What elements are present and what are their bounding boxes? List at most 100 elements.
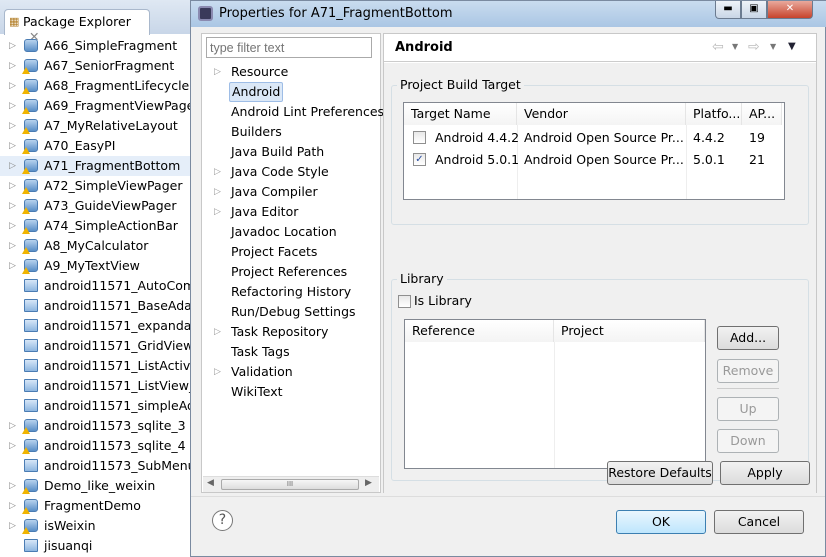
expand-arrow-icon[interactable]: ▷ xyxy=(9,136,16,156)
help-icon[interactable]: ? xyxy=(212,510,233,531)
target-checkbox[interactable]: ✓ xyxy=(413,153,426,166)
expand-arrow-icon[interactable]: ▷ xyxy=(9,76,16,96)
cancel-button[interactable]: Cancel xyxy=(714,510,804,534)
expand-arrow-icon[interactable]: ▷ xyxy=(9,116,16,136)
project-item[interactable]: ▷ android11573_sqlite_3 xyxy=(0,416,192,436)
project-item[interactable]: ▷ A69_FragmentViewPagerl xyxy=(0,96,192,116)
project-item[interactable]: android11571_ListView_a xyxy=(0,376,192,396)
add-button[interactable]: Add... xyxy=(717,326,779,350)
horizontal-scrollbar[interactable]: ◀ III ▶ xyxy=(203,476,379,492)
is-library-checkbox[interactable] xyxy=(398,295,411,308)
tree-item-label: Javadoc Location xyxy=(231,224,337,239)
target-row[interactable]: ✓ Android 5.0.1 Android Open Source Pr..… xyxy=(404,149,784,171)
expand-arrow-icon[interactable]: ▷ xyxy=(9,196,16,216)
col-platform[interactable]: Platfo... xyxy=(686,103,742,125)
project-item[interactable]: ▷ A73_GuideViewPager xyxy=(0,196,192,216)
project-label: android11571_BaseAdap xyxy=(44,298,192,313)
expand-arrow-icon[interactable]: ▷ xyxy=(214,322,221,342)
project-item[interactable]: ▷ A8_MyCalculator xyxy=(0,236,192,256)
project-item[interactable]: ▷ FragmentDemo xyxy=(0,496,192,516)
project-item[interactable]: ▷ A7_MyRelativeLayout xyxy=(0,116,192,136)
project-item[interactable]: jisuanqi xyxy=(0,536,192,556)
target-vendor: Android Open Source Pr... xyxy=(524,152,684,167)
expand-arrow-icon[interactable]: ▷ xyxy=(9,476,16,496)
project-item[interactable]: android11571_AutoComp xyxy=(0,276,192,296)
forward-dropdown-icon[interactable]: ▼ xyxy=(770,42,776,51)
project-label: android11571_AutoComp xyxy=(44,278,192,293)
project-item[interactable]: ▷ A71_FragmentBottom xyxy=(0,156,192,176)
tree-item-label: Refactoring History xyxy=(231,284,352,299)
expand-arrow-icon[interactable]: ▷ xyxy=(214,362,221,382)
eclipse-icon xyxy=(198,6,213,21)
warning-icon xyxy=(22,527,30,534)
property-page: Android ⇦ ▼ ⇨ ▼ ▼ Project Build Target T… xyxy=(383,33,817,493)
apply-button[interactable]: Apply xyxy=(720,461,810,485)
expand-arrow-icon[interactable]: ▷ xyxy=(9,516,16,536)
project-item[interactable]: ▷ A68_FragmentLifecycle xyxy=(0,76,192,96)
project-label: A71_FragmentBottom xyxy=(44,158,181,173)
project-item[interactable]: ▷ Demo_like_weixin xyxy=(0,476,192,496)
project-item[interactable]: ▷ A67_SeniorFragment xyxy=(0,56,192,76)
down-button[interactable]: Down xyxy=(717,429,779,453)
project-item[interactable]: ▷ A72_SimpleViewPager xyxy=(0,176,192,196)
warning-icon xyxy=(22,167,30,174)
back-dropdown-icon[interactable]: ▼ xyxy=(732,42,738,51)
back-arrow-icon[interactable]: ⇦ xyxy=(712,39,724,55)
project-icon xyxy=(24,39,38,52)
warning-icon xyxy=(22,227,30,234)
scroll-left-icon[interactable]: ◀ xyxy=(207,478,214,488)
close-button[interactable]: ✕ xyxy=(767,1,813,19)
target-name: Android 5.0.1 xyxy=(435,152,520,167)
target-checkbox[interactable] xyxy=(413,131,426,144)
expand-arrow-icon[interactable]: ▷ xyxy=(9,216,16,236)
target-row[interactable]: Android 4.4.2 Android Open Source Pr... … xyxy=(404,127,784,149)
folder-icon xyxy=(24,279,38,292)
project-label: A73_GuideViewPager xyxy=(44,198,177,213)
expand-arrow-icon[interactable]: ▷ xyxy=(9,176,16,196)
view-menu-icon[interactable]: ▼ xyxy=(788,41,796,52)
project-item[interactable]: android11573_SubMenu_ xyxy=(0,456,192,476)
filter-input[interactable] xyxy=(206,37,372,58)
ok-button[interactable]: OK xyxy=(616,510,706,534)
minimize-button[interactable]: ▬ xyxy=(715,1,741,19)
expand-arrow-icon[interactable]: ▷ xyxy=(214,62,221,82)
project-item[interactable]: android11571_ListActivity xyxy=(0,356,192,376)
project-item[interactable]: ▷ isWeixin xyxy=(0,516,192,536)
project-item[interactable]: ▷ A70_EasyPI xyxy=(0,136,192,156)
restore-defaults-button[interactable]: Restore Defaults xyxy=(607,461,713,485)
scroll-right-icon[interactable]: ▶ xyxy=(365,478,372,488)
expand-arrow-icon[interactable]: ▷ xyxy=(9,256,16,276)
expand-arrow-icon[interactable]: ▷ xyxy=(9,236,16,256)
expand-arrow-icon[interactable]: ▷ xyxy=(9,496,16,516)
expand-arrow-icon[interactable]: ▷ xyxy=(9,436,16,456)
scroll-thumb[interactable]: III xyxy=(221,479,359,490)
expand-arrow-icon[interactable]: ▷ xyxy=(9,96,16,116)
expand-arrow-icon[interactable]: ▷ xyxy=(9,156,16,176)
project-item[interactable]: ▷ android11573_sqlite_4 xyxy=(0,436,192,456)
project-item[interactable]: ▷ A66_SimpleFragment xyxy=(0,36,192,56)
expand-arrow-icon[interactable]: ▷ xyxy=(214,162,221,182)
expand-arrow-icon[interactable]: ▷ xyxy=(214,182,221,202)
forward-arrow-icon[interactable]: ⇨ xyxy=(748,39,760,55)
project-item[interactable]: ▷ A74_SimpleActionBar xyxy=(0,216,192,236)
maximize-button[interactable]: ▣ xyxy=(741,1,767,19)
up-button[interactable]: Up xyxy=(717,397,779,421)
col-api[interactable]: AP... xyxy=(742,103,782,125)
col-reference[interactable]: Reference xyxy=(405,320,554,342)
project-item[interactable]: android11571_simpleAda xyxy=(0,396,192,416)
project-item[interactable]: android11571_expandab xyxy=(0,316,192,336)
package-explorer-tab[interactable]: ▦ Package Explorer ✕ xyxy=(4,9,150,44)
project-item[interactable]: ▷ A9_MyTextView xyxy=(0,256,192,276)
project-item[interactable]: android11571_GridView xyxy=(0,336,192,356)
expand-arrow-icon[interactable]: ▷ xyxy=(9,56,16,76)
expand-arrow-icon[interactable]: ▷ xyxy=(9,416,16,436)
remove-button[interactable]: Remove xyxy=(717,359,779,383)
col-target-name[interactable]: Target Name xyxy=(404,103,517,125)
col-project[interactable]: Project xyxy=(554,320,705,342)
col-vendor[interactable]: Vendor xyxy=(517,103,686,125)
project-label: A67_SeniorFragment xyxy=(44,58,175,73)
project-item[interactable]: android11571_BaseAdap xyxy=(0,296,192,316)
expand-arrow-icon[interactable]: ▷ xyxy=(214,202,221,222)
project-label: Demo_like_weixin xyxy=(44,478,156,493)
expand-arrow-icon[interactable]: ▷ xyxy=(9,36,16,56)
